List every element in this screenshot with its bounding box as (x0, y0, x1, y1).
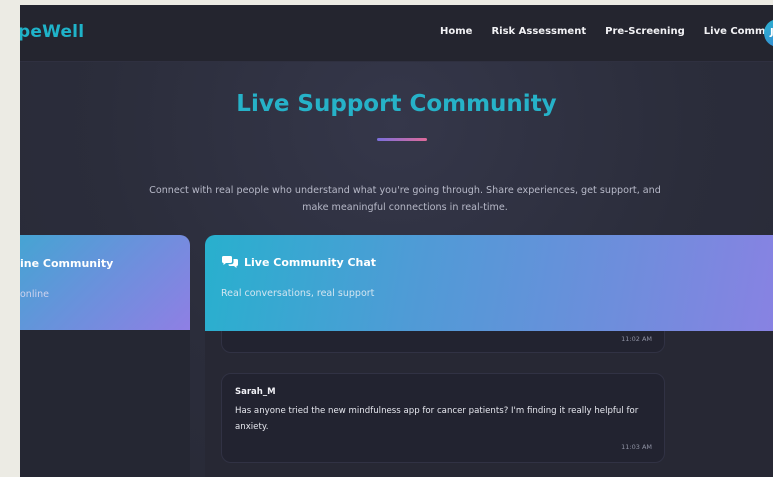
nav-risk-assessment[interactable]: Risk Assessment (491, 26, 586, 37)
chat-subtitle: Real conversations, real support (221, 288, 375, 299)
nav-live-community[interactable]: Live Community (704, 26, 773, 37)
message-text: Has anyone tried the new mindfulness app… (235, 406, 639, 432)
chat-title-row: Live Community Chat (221, 255, 773, 269)
online-community-panel: ine Community online (20, 235, 190, 477)
online-community-header: ine Community online (20, 235, 190, 330)
app-viewport: peWell Home Risk Assessment Pre-Screenin… (20, 5, 773, 477)
nav-home[interactable]: Home (440, 26, 472, 37)
online-community-title: ine Community (20, 257, 114, 270)
message-author: Sarah_M (235, 387, 276, 397)
nav-links: Home Risk Assessment Pre-Screening Live … (440, 26, 773, 37)
message-time: 11:02 AM (621, 335, 652, 343)
message-time: 11:03 AM (621, 443, 652, 451)
community-chat-panel: Live Community Chat Real conversations, … (205, 235, 773, 477)
chat-message: Sarah_M Has anyone tried the new mindful… (221, 373, 665, 463)
online-count: online (20, 289, 49, 300)
navbar: peWell Home Risk Assessment Pre-Screenin… (20, 5, 773, 62)
brand-logo[interactable]: peWell (20, 22, 84, 42)
user-avatar[interactable]: Jo (764, 19, 773, 47)
page-title: Live Support Community (236, 91, 557, 117)
page-subtitle: Connect with real people who understand … (149, 185, 661, 213)
comments-icon (222, 256, 238, 268)
nav-pre-screening[interactable]: Pre-Screening (605, 26, 685, 37)
chat-header: Live Community Chat Real conversations, … (205, 235, 773, 331)
title-underline (377, 138, 427, 141)
chat-title: Live Community Chat (244, 255, 377, 269)
